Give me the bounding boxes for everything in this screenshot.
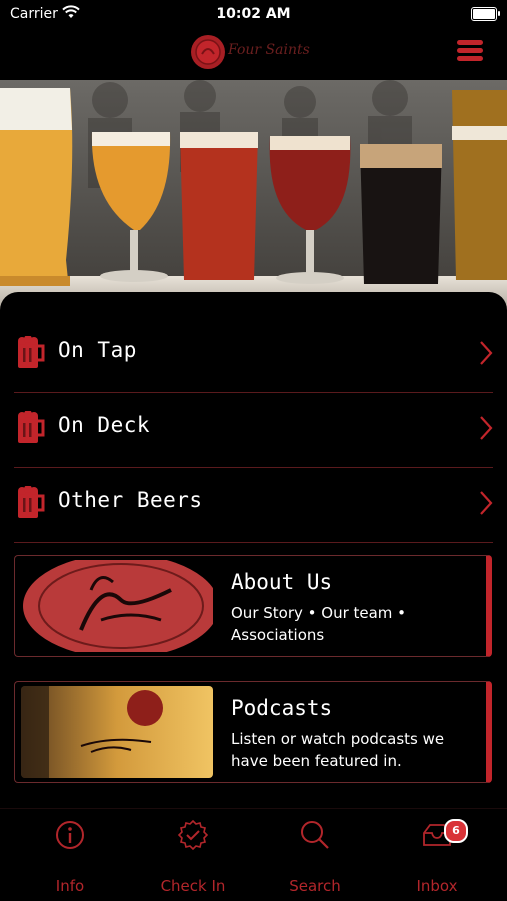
beer-menu-list: On Tap On Deck Other Beers [0,318,507,543]
wax-seal-icon [191,35,225,69]
tab-label: Search [289,877,341,895]
tab-label: Check In [160,877,226,895]
list-item-label: Other Beers [58,488,203,512]
search-icon [301,821,329,849]
tab-info[interactable]: Info [20,819,120,895]
battery-icon [471,7,500,21]
card-description: Our Story • Our team • Associations [231,604,407,644]
info-icon [56,821,84,849]
chevron-right-icon [480,416,493,440]
chevron-right-icon [480,341,493,365]
inbox-badge: 6 [444,819,468,843]
list-item-on-tap[interactable]: On Tap [14,318,493,393]
about-us-card[interactable]: About Us Our Story • Our team • Associat… [14,555,492,657]
card-description: Listen or watch podcasts we have been fe… [231,730,445,770]
chevron-right-icon [480,491,493,515]
bottom-tab-bar: Info Check In Search 6 Inbox [0,808,507,901]
podcasts-thumbnail [21,686,213,778]
list-item-on-deck[interactable]: On Deck [14,393,493,468]
tab-check-in[interactable]: Check In [143,819,243,895]
list-item-other-beers[interactable]: Other Beers [14,468,493,543]
card-title: About Us [231,570,333,594]
tab-label: Info [55,877,85,895]
beer-mug-icon [18,486,45,518]
hamburger-icon [457,40,483,45]
list-item-label: On Tap [58,338,137,362]
brand-logo: Four Saints [188,32,323,72]
about-us-thumbnail [21,560,213,652]
beer-mug-icon [18,411,45,443]
beer-mug-icon [18,336,45,368]
check-badge-icon [177,819,209,851]
tab-inbox[interactable]: 6 Inbox [387,819,487,895]
list-item-label: On Deck [58,413,151,437]
hero-image-beer-flight [0,80,507,320]
podcasts-card[interactable]: Podcasts Listen or watch podcasts we hav… [14,681,492,783]
clock: 10:02 AM [216,6,291,22]
status-bar: Carrier 10:02 AM [0,0,507,30]
hamburger-menu-button[interactable] [457,40,483,62]
logo-text: Four Saints [228,42,310,58]
app-header: Four Saints [0,30,507,78]
tab-label: Inbox [416,877,458,895]
tab-search[interactable]: Search [265,819,365,895]
card-title: Podcasts [231,696,333,720]
